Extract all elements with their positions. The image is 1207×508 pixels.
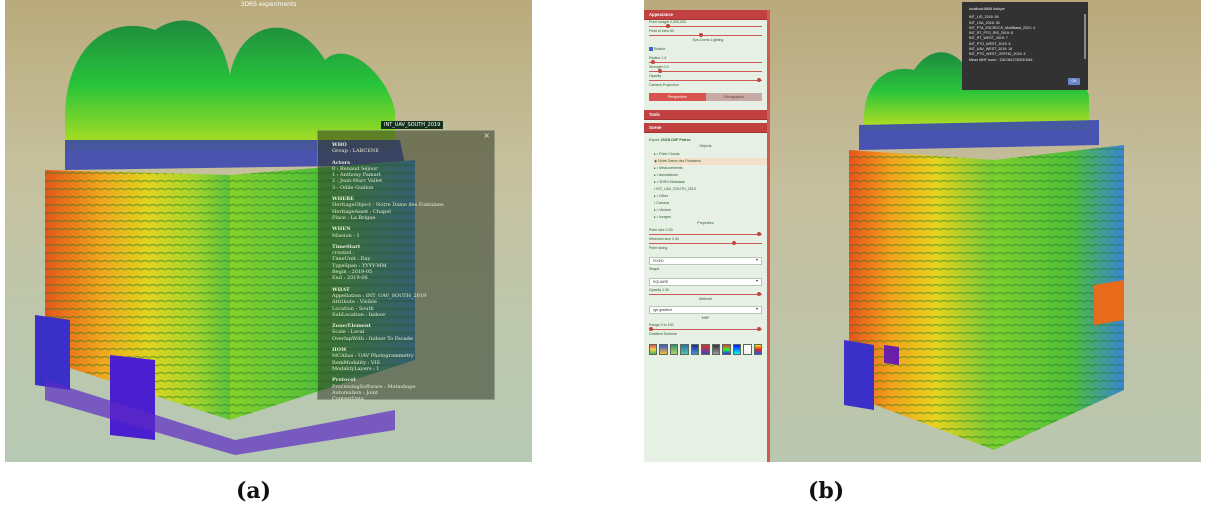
properties-header: Properties (697, 221, 714, 225)
metadata-body: WHO Group : LABCENE Actors 0 : Renaud Séjou… (332, 142, 494, 402)
point-sizing-label: Point sizing (649, 246, 668, 250)
gradient-swatch[interactable] (711, 344, 721, 355)
metadata-line: Mission : 1 (332, 232, 360, 239)
projection-toggle[interactable]: Perspective Orthographic (649, 93, 762, 101)
gradient-swatch[interactable] (732, 344, 742, 355)
pc-opacity-slider[interactable]: Opacity 1.00 (644, 288, 767, 297)
range-slider[interactable]: Range 0 to 100 (644, 323, 767, 332)
metadata-line: 3 : Odile Guillon (332, 184, 374, 191)
perspective-button[interactable]: Perspective (649, 93, 706, 101)
export-dxf-button[interactable]: DXF (671, 138, 678, 142)
fov-label: Field of view 60 (649, 29, 674, 33)
metadata-window[interactable]: × WHO Group : LABCENE Actors 0 : Renaud Séj… (317, 130, 495, 402)
fov-slider[interactable]: Field of view 60 (644, 29, 767, 38)
gradient-swatch[interactable] (722, 344, 731, 355)
point-sizing-select[interactable]: FIXED (649, 257, 762, 265)
edl-enable-checkbox[interactable]: Enable (644, 47, 767, 56)
edl-enable-label: Enable (654, 47, 666, 51)
tree-item[interactable]: ▸ ▪ Vectors (654, 207, 767, 214)
gradient-swatches[interactable] (649, 344, 762, 355)
gradient-swatch[interactable] (669, 344, 679, 355)
metadata-line: End : 2019-06 (332, 275, 368, 282)
buttress-left (35, 315, 70, 390)
gradient-swatch[interactable] (680, 344, 689, 355)
scene-tree[interactable]: ▸ ▪ Point Clouds ◉ Notre Dame des Fontai… (644, 151, 767, 221)
gradient-swatch[interactable] (701, 344, 710, 355)
pc-opacity-label: Opacity 1.00 (649, 288, 670, 292)
range-label: Range 0 to 100 (649, 323, 674, 327)
point-size-slider[interactable]: Point size 2.00 (644, 228, 767, 237)
min-size-label: Minimum size 2.00 (649, 237, 679, 241)
attribute-header: Attribute (698, 297, 713, 301)
metadata-line: ModalityLayers : 1 (332, 365, 380, 372)
tree-item[interactable]: ▸ ▪ Annotations (654, 172, 767, 179)
caption-b: (b) (808, 478, 845, 504)
min-size-slider[interactable]: Minimum size 2.00 (644, 237, 767, 246)
export-row: Export JSON DXF Potree (644, 133, 767, 144)
shape-label: Shape (649, 267, 660, 271)
opacity-slider[interactable]: Opacity (644, 74, 767, 83)
tree-item[interactable]: ▪ Camera (654, 200, 767, 207)
dialog-line: Mean MNF score : 136.0812782610944 (969, 57, 1033, 62)
close-icon[interactable]: × (483, 131, 490, 139)
section-appearance[interactable]: Appearance (644, 10, 767, 20)
edl-header: Eye-Dome-Lighting (692, 38, 724, 42)
tree-item[interactable]: ▸ ▪ Measurements (654, 165, 767, 172)
ok-button[interactable]: OK (1068, 78, 1080, 85)
gradient-swatch[interactable] (649, 344, 658, 355)
shape-select[interactable]: SQUARE (649, 278, 762, 286)
metadata-line: OverlapWith : Indoor To Facade (332, 335, 413, 342)
mnf-header: MNF (701, 316, 710, 320)
metadata-line: ContextData (332, 396, 364, 403)
section-tools[interactable]: Tools (644, 110, 767, 120)
tree-item[interactable]: ▸ ▪ Point Clouds (654, 151, 767, 158)
camera-projection-label: Camera Projection (649, 83, 679, 87)
export-potree-button[interactable]: Potree (679, 138, 690, 142)
gradient-swatch[interactable] (659, 344, 668, 355)
gradient-swatch[interactable] (743, 344, 752, 355)
point-cloud-viewer-a[interactable]: 3DRS experiments INT_UAV_SOUTH_2019 × WH… (5, 0, 532, 462)
point-budget-slider[interactable]: Point budget 2,000,000 (644, 20, 767, 29)
dialog-title: localhost:8888 indique (969, 7, 1005, 11)
node-tag-label[interactable]: INT_UAV_SOUTH_2019 (381, 121, 444, 129)
sidebar[interactable]: Appearance Point budget 2,000,000 Field … (644, 10, 770, 462)
caption-a: (a) (236, 478, 272, 504)
metadata-line: Place : La Brigue (332, 214, 376, 221)
point-cloud-viewer-b[interactable]: Appearance Point budget 2,000,000 Field … (644, 0, 1201, 462)
tree-item[interactable]: ▸ ▪ Other (654, 193, 767, 200)
gradient-swatch[interactable] (690, 344, 700, 355)
radius-slider[interactable]: Radius 1.4 (644, 56, 767, 65)
export-json-button[interactable]: JSON (660, 138, 670, 142)
metadata-line: Group : LABCENE (332, 148, 379, 155)
alert-dialog[interactable]: localhost:8888 indique INT_LIG_2018: 59 I… (962, 2, 1088, 90)
tree-item[interactable]: ▸ ▪ Images (654, 214, 767, 221)
tree-item[interactable]: ◉ Notre Dame des Fontaines (654, 158, 767, 165)
section-scene[interactable]: Scene (644, 123, 767, 133)
dialog-message: INT_LIG_2018: 59 INT_LSA_2018: 35 INT_PTA_… (969, 15, 1081, 63)
checkbox-icon[interactable] (649, 47, 653, 52)
export-label: Export (649, 138, 660, 142)
attribute-select[interactable]: rgb gradient (649, 306, 762, 314)
dialog-scrollbar[interactable] (1084, 14, 1086, 59)
tree-item[interactable]: ▸ ▪ 3DRS Metadata (654, 179, 767, 186)
objects-header: Objects (699, 144, 712, 148)
gradient-scheme-label: Gradient Scheme (649, 332, 677, 336)
metadata-line: SubLocation : Indoor (332, 311, 386, 318)
tree-item[interactable]: ▪ INT_UAV_SOUTH_2019 (654, 186, 767, 193)
opacity-label: Opacity (649, 74, 662, 78)
gradient-swatch[interactable] (753, 344, 762, 355)
point-size-label: Point size 2.00 (649, 228, 673, 232)
orthographic-button[interactable]: Orthographic (705, 93, 762, 101)
strength-slider[interactable]: Strength 0.4 (644, 65, 767, 74)
